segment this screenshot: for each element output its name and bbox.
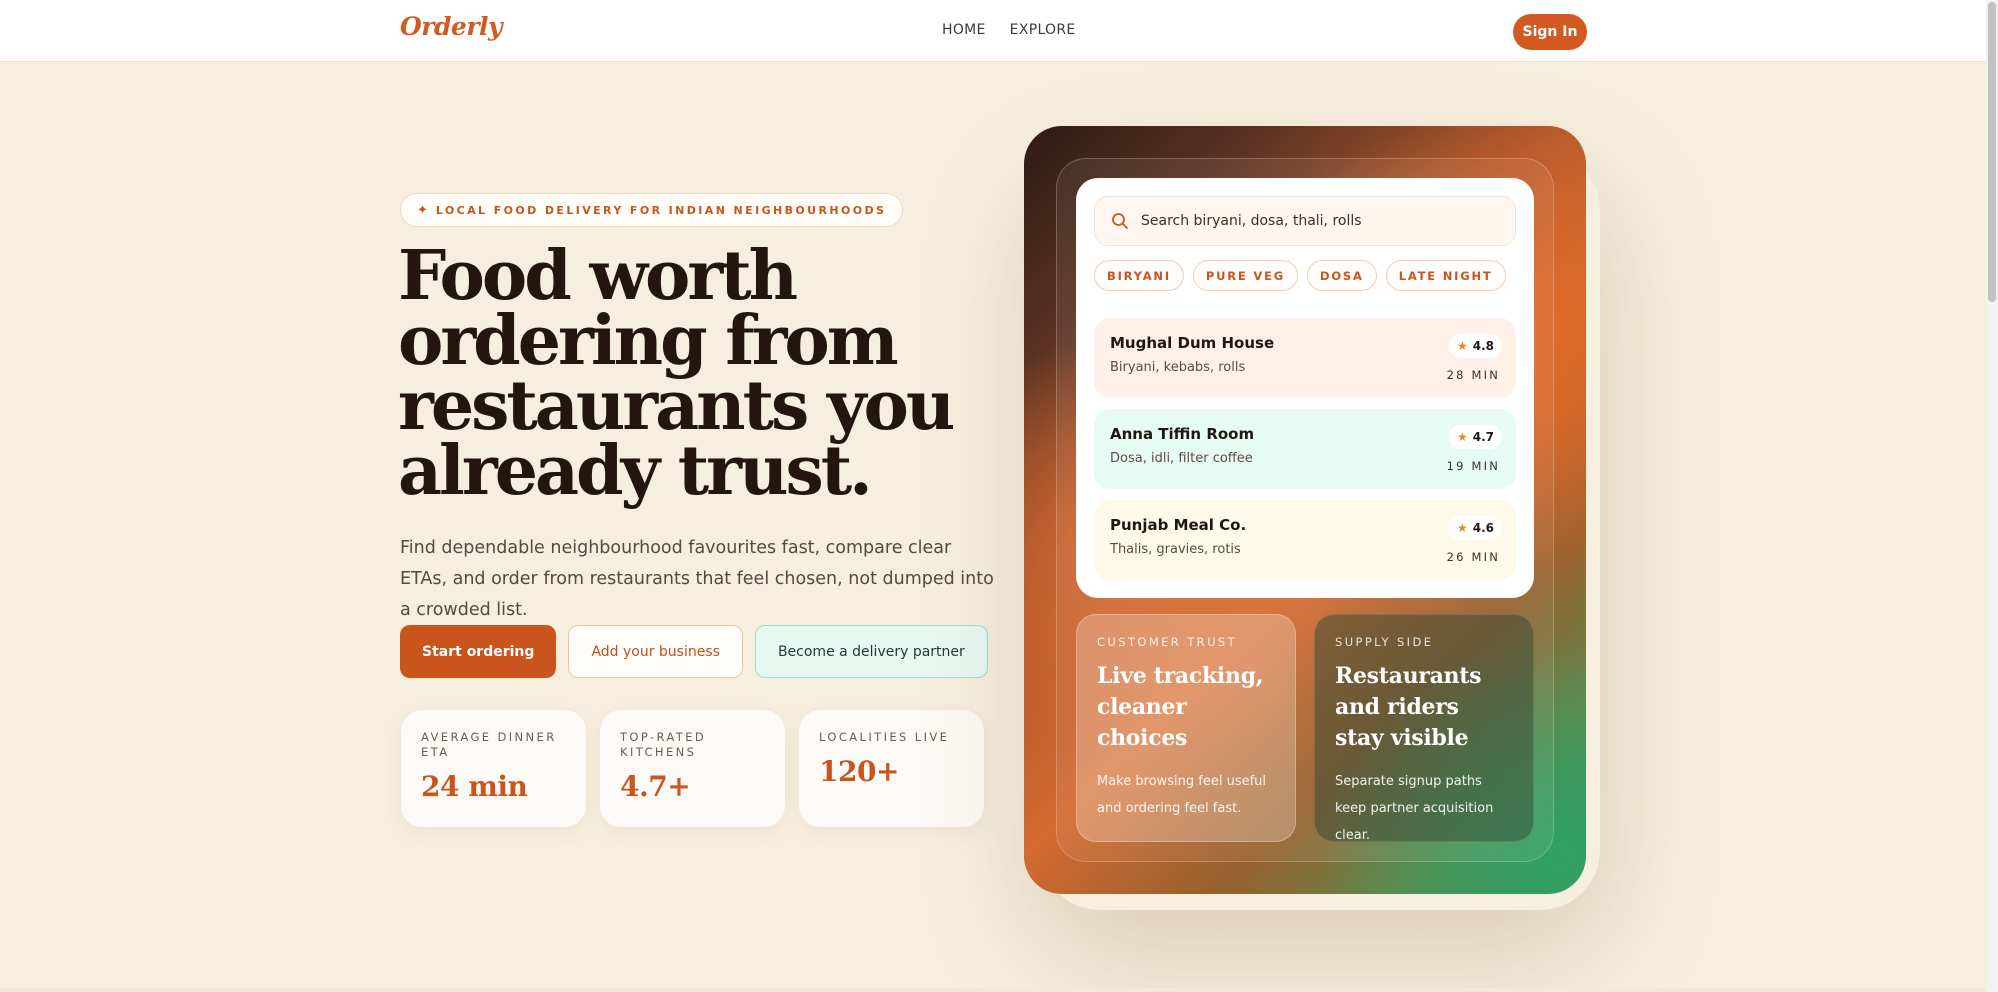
search-input[interactable] [1141, 213, 1501, 229]
nav-links: HOME EXPLORE [942, 22, 1076, 38]
feature-card-supply-side: SUPPLY SIDE Restaurants and riders stay … [1314, 614, 1534, 843]
restaurant-eta: 28 MIN [1446, 368, 1500, 382]
rating-badge: ★ 4.6 [1448, 516, 1502, 540]
stat-label: AVERAGE DINNER ETA [421, 730, 557, 759]
restaurant-name: Mughal Dum House [1110, 334, 1275, 352]
restaurant-name: Anna Tiffin Room [1110, 425, 1255, 443]
feature-title: Live tracking, cleaner choices [1097, 663, 1264, 751]
sign-in-button[interactable]: Sign In [1513, 14, 1587, 50]
search-panel: BIRYANI PURE VEG DOSA LATE NIGHT Mughal … [1076, 178, 1534, 598]
delivery-partner-button[interactable]: Become a delivery partner [754, 625, 988, 678]
stat-label: LOCALITIES LIVE [819, 730, 950, 744]
hero-headline: Food worth ordering from restaurants you… [398, 236, 998, 511]
search-icon [1112, 213, 1128, 229]
eyebrow-badge: ✦ LOCAL FOOD DELIVERY FOR INDIAN NEIGHBO… [400, 193, 904, 227]
nav-link-home[interactable]: HOME [942, 22, 986, 38]
add-business-button[interactable]: Add your business [568, 625, 743, 678]
filter-chips: BIRYANI PURE VEG DOSA LATE NIGHT [1094, 260, 1506, 291]
hero-subcopy: Find dependable neighbourhood favourites… [400, 538, 994, 620]
rating-value: 4.6 [1472, 521, 1494, 535]
stat-card: TOP-RATED KITCHENS 4.7+ [599, 709, 786, 828]
feature-card-customer-trust: CUSTOMER TRUST Live tracking, cleaner ch… [1076, 614, 1296, 842]
feature-label: SUPPLY SIDE [1335, 635, 1434, 649]
restaurant-cuisine: Dosa, idli, filter coffee [1110, 451, 1253, 466]
start-ordering-button[interactable]: Start ordering [400, 625, 557, 678]
headline-line: already trust. [398, 431, 873, 511]
feature-body: Separate signup paths keep partner acqui… [1335, 774, 1494, 843]
restaurant-cuisine: Biryani, kebabs, rolls [1110, 360, 1246, 375]
restaurant-card[interactable]: Anna Tiffin Room Dosa, idli, filter coff… [1094, 409, 1516, 489]
star-icon: ★ [1456, 339, 1468, 353]
restaurant-card[interactable]: Punjab Meal Co. Thalis, gravies, rotis ★… [1094, 500, 1516, 580]
headline-line: restaurants you [398, 366, 955, 446]
headline-line: ordering from [398, 301, 899, 381]
stat-card: AVERAGE DINNER ETA 24 min [400, 709, 587, 828]
restaurant-card[interactable]: Mughal Dum House Biryani, kebabs, rolls … [1094, 318, 1516, 398]
chip-late-night[interactable]: LATE NIGHT [1385, 260, 1506, 291]
nav-link-explore[interactable]: EXPLORE [1010, 22, 1076, 38]
stat-label: TOP-RATED KITCHENS [620, 730, 707, 759]
restaurant-cuisine: Thalis, gravies, rotis [1110, 542, 1241, 557]
chip-pure-veg[interactable]: PURE VEG [1192, 260, 1298, 291]
chip-dosa[interactable]: DOSA [1306, 260, 1377, 291]
restaurant-name: Punjab Meal Co. [1110, 516, 1247, 534]
chip-biryani[interactable]: BIRYANI [1094, 260, 1184, 291]
logo[interactable]: Orderly [400, 12, 503, 41]
search-bar[interactable] [1094, 196, 1516, 246]
star-icon: ★ [1456, 430, 1468, 444]
feature-label: CUSTOMER TRUST [1097, 635, 1238, 649]
feature-title: Restaurants and riders stay visible [1335, 663, 1482, 751]
rating-value: 4.8 [1472, 339, 1494, 353]
rating-value: 4.7 [1472, 430, 1494, 444]
cta-row: Start ordering Add your business Become … [400, 625, 988, 678]
star-icon: ★ [1456, 521, 1468, 535]
feature-body: Make browsing feel useful and ordering f… [1097, 774, 1267, 816]
restaurant-eta: 26 MIN [1446, 550, 1500, 564]
page-scrollbar[interactable] [1986, 0, 1998, 992]
rating-badge: ★ 4.8 [1448, 334, 1502, 358]
headline-line: Food worth [398, 236, 798, 316]
eyebrow-text: LOCAL FOOD DELIVERY FOR INDIAN NEIGHBOUR… [435, 203, 887, 217]
stat-value: 120+ [819, 755, 899, 788]
stat-value: 24 min [421, 770, 528, 803]
section-divider [0, 988, 1986, 992]
rating-badge: ★ 4.7 [1448, 425, 1502, 449]
stats-row: AVERAGE DINNER ETA 24 min TOP-RATED KITC… [400, 709, 985, 828]
stat-card: LOCALITIES LIVE 120+ [798, 709, 985, 828]
restaurant-eta: 19 MIN [1446, 459, 1500, 473]
hero-preview-card: BIRYANI PURE VEG DOSA LATE NIGHT Mughal … [1024, 126, 1586, 894]
stat-value: 4.7+ [620, 770, 691, 803]
scrollbar-thumb[interactable] [1988, 2, 1996, 302]
top-nav: Orderly HOME EXPLORE Sign In [0, 0, 1986, 62]
sparkle-icon: ✦ [417, 202, 428, 218]
